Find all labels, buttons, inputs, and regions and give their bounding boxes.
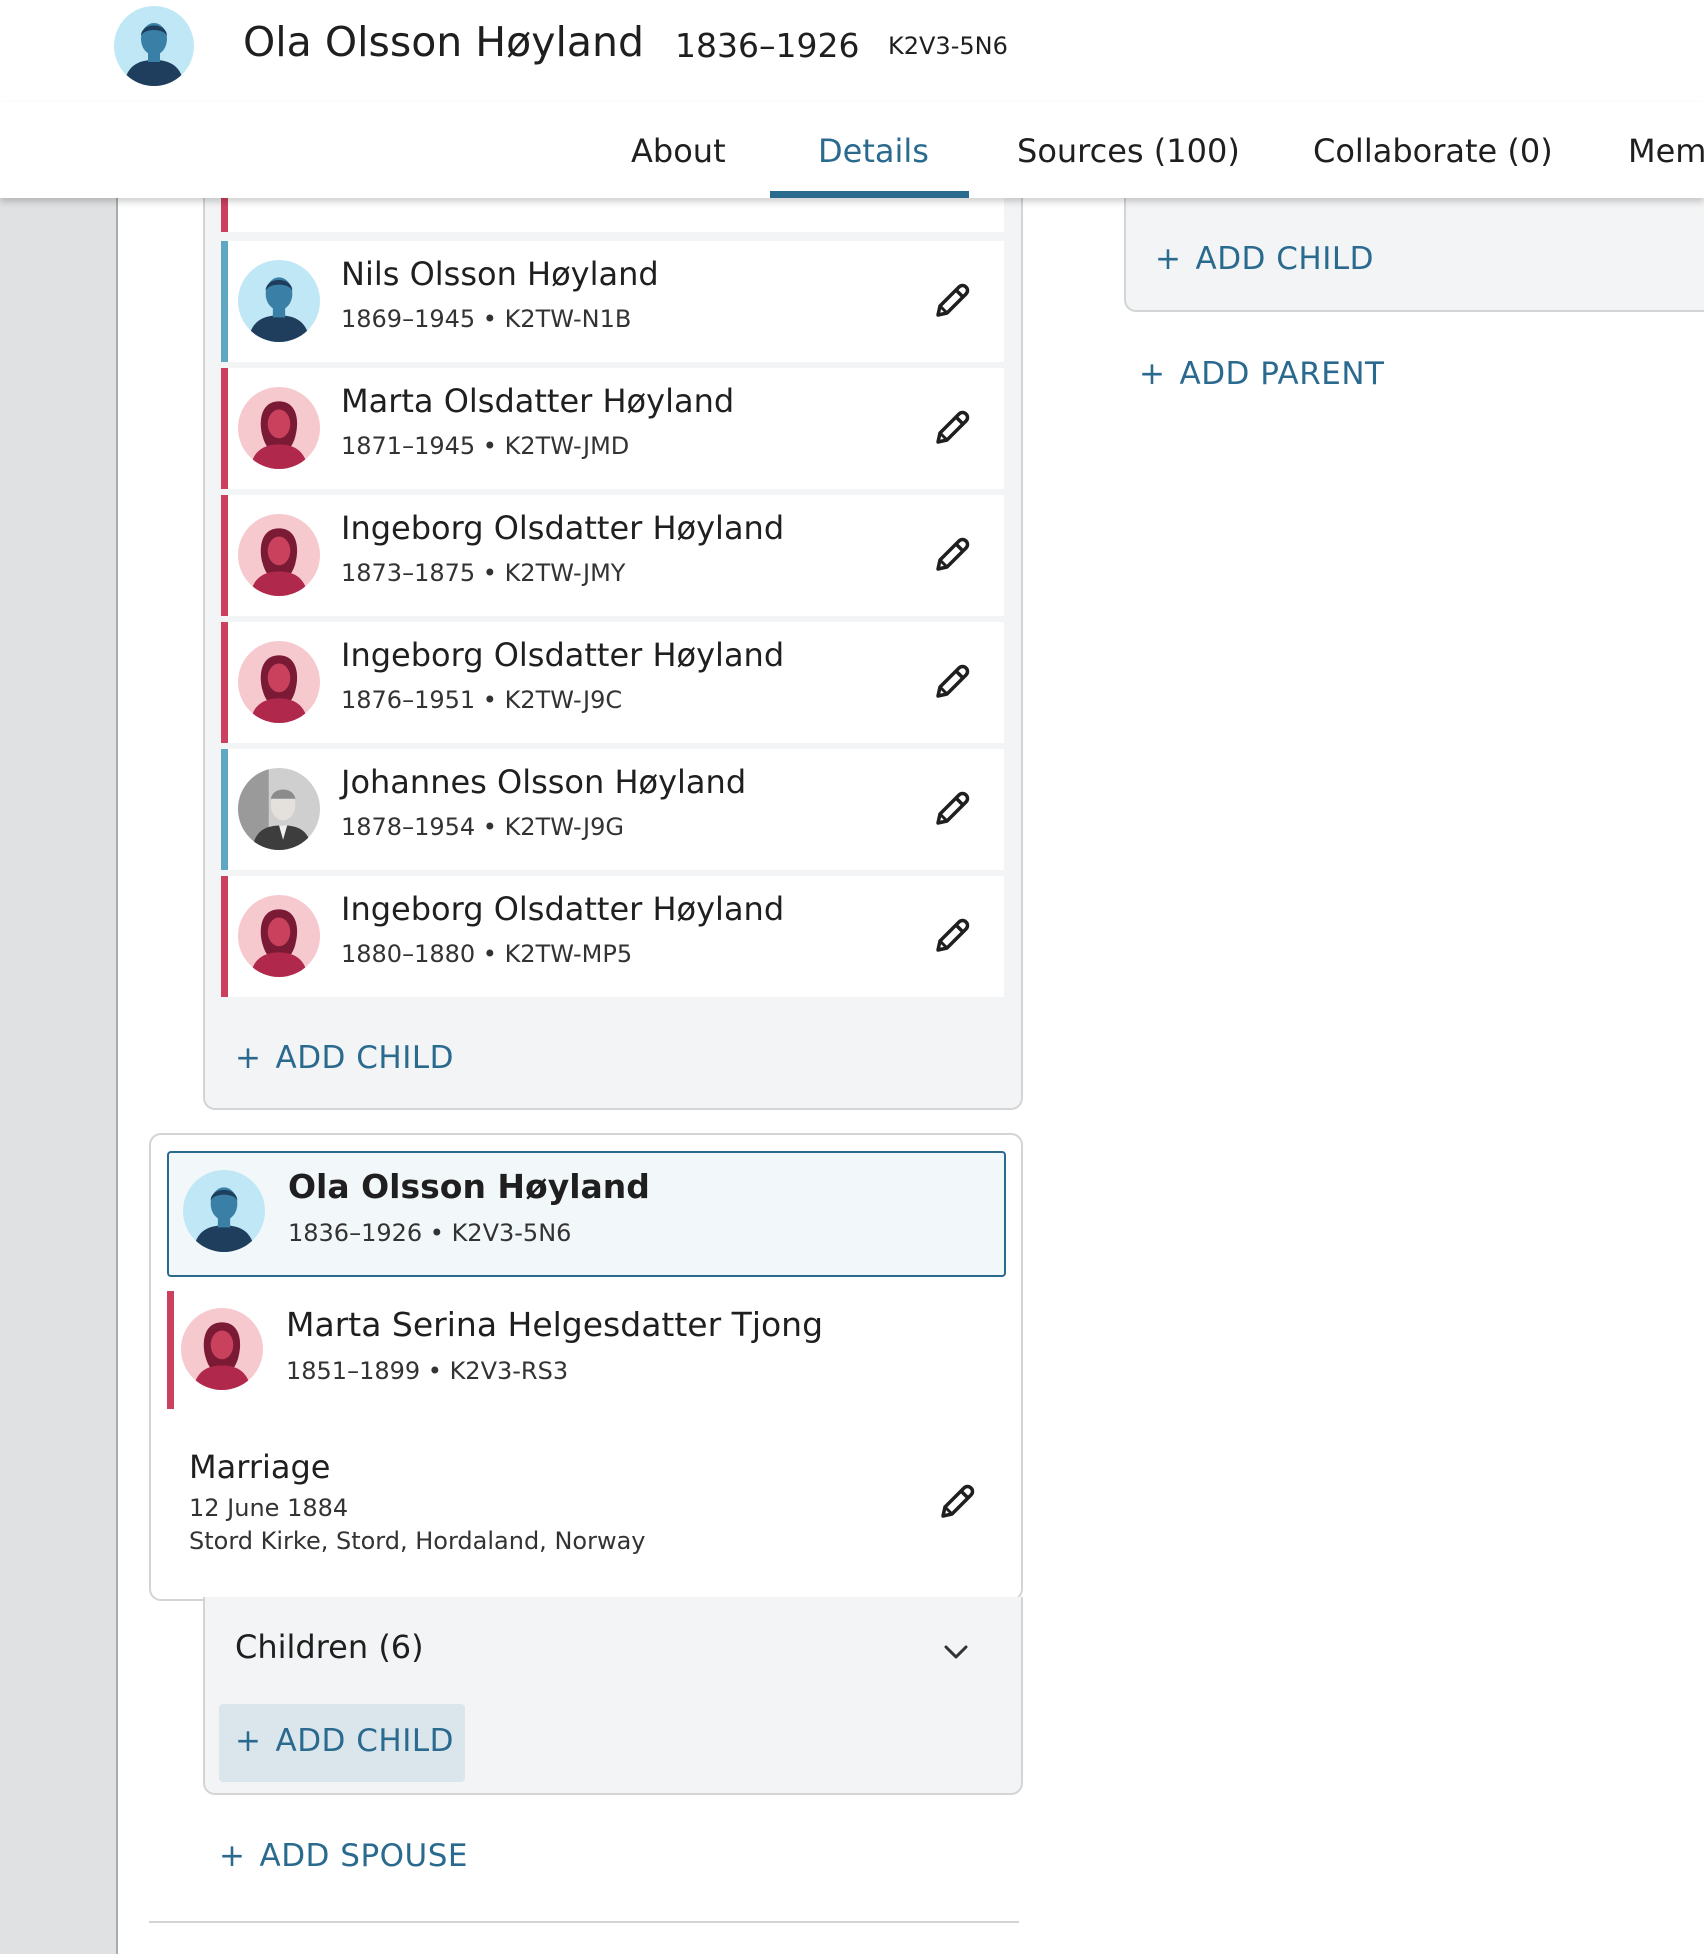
pencil-icon[interactable] [933, 1478, 981, 1526]
focus-person-meta: 1836–1926 • K2V3-5N6 [288, 1219, 572, 1247]
pencil-icon[interactable] [928, 277, 976, 325]
person-lifespan: 1836–1926 [675, 26, 860, 65]
tab-details[interactable]: Details [818, 132, 929, 170]
plus-icon: + [219, 1838, 246, 1874]
person-header: Ola Olsson Høyland 1836–1926 K2V3-5N6 [0, 0, 1704, 104]
child-meta: 1880–1880 • K2TW-MP5 [341, 940, 633, 968]
child-name[interactable]: Nils Olsson Høyland [341, 255, 659, 293]
child-name[interactable]: Ingeborg Olsdatter Høyland [341, 509, 784, 547]
plus-icon: + [235, 1040, 262, 1076]
tab-bar: About Details Sources (100) Collaborate … [0, 102, 1704, 198]
person-name: Ola Olsson Høyland [243, 18, 645, 66]
gender-bar [221, 749, 228, 870]
child-name[interactable]: Johannes Olsson Høyland [341, 763, 746, 801]
gender-bar [221, 241, 228, 362]
add-parent-label: ADD PARENT [1179, 356, 1385, 392]
child-name[interactable]: Marta Olsdatter Høyland [341, 382, 734, 420]
pencil-icon[interactable] [928, 404, 976, 452]
chevron-down-icon[interactable] [940, 1636, 972, 1668]
focus-person-name[interactable]: Ola Olsson Høyland [288, 1167, 650, 1206]
marriage-place: Stord Kirke, Stord, Hordaland, Norway [189, 1527, 646, 1555]
tab-collaborate[interactable]: Collaborate (0) [1313, 132, 1553, 170]
divider [149, 1921, 1019, 1923]
child-card[interactable]: Ingeborg Olsdatter Høyland 1880–1880 • K… [221, 876, 1004, 997]
pencil-icon[interactable] [928, 531, 976, 579]
add-parent-button[interactable]: + ADD PARENT [1139, 356, 1384, 392]
add-spouse-button[interactable]: + ADD SPOUSE [219, 1838, 468, 1874]
child-card[interactable]: Nils Olsson Høyland 1869–1945 • K2TW-N1B [221, 241, 1004, 362]
female-avatar-icon [181, 1308, 263, 1390]
child-card[interactable]: Marta Olsdatter Høyland 1871–1945 • K2TW… [221, 368, 1004, 489]
pencil-icon[interactable] [928, 785, 976, 833]
portrait-photo-icon [238, 768, 320, 850]
add-child-label: ADD CHILD [275, 1040, 455, 1076]
child-card[interactable]: Ingeborg Olsdatter Høyland 1876–1951 • K… [221, 622, 1004, 743]
female-avatar-icon [238, 641, 320, 723]
gender-bar [221, 622, 228, 743]
child-card[interactable]: Johannes Olsson Høyland 1878–1954 • K2TW… [221, 749, 1004, 870]
child-name[interactable]: Ingeborg Olsdatter Høyland [341, 890, 784, 928]
child-meta: 1871–1945 • K2TW-JMD [341, 432, 630, 460]
plus-icon: + [1139, 356, 1166, 392]
left-gutter [0, 0, 118, 1954]
child-meta: 1869–1945 • K2TW-N1B [341, 305, 632, 333]
add-child-button-right[interactable]: + ADD CHILD [1155, 241, 1374, 277]
plus-icon: + [1155, 241, 1182, 277]
female-avatar-icon [238, 514, 320, 596]
spouse-card[interactable]: Marta Serina Helgesdatter Tjong 1851–189… [167, 1291, 1002, 1409]
active-tab-indicator [770, 191, 969, 198]
add-child-label: ADD CHILD [1195, 241, 1375, 277]
tab-memories[interactable]: Mem [1628, 132, 1704, 170]
marriage-date: 12 June 1884 [189, 1494, 349, 1522]
pencil-icon[interactable] [928, 658, 976, 706]
marriage-title: Marriage [189, 1448, 331, 1486]
pencil-icon[interactable] [928, 912, 976, 960]
tab-sources[interactable]: Sources (100) [1017, 132, 1240, 170]
child-card[interactable]: Ingeborg Olsdatter Høyland 1873–1875 • K… [221, 495, 1004, 616]
focus-person-card[interactable]: Ola Olsson Høyland 1836–1926 • K2V3-5N6 [167, 1151, 1006, 1277]
child-meta: 1873–1875 • K2TW-JMY [341, 559, 626, 587]
female-avatar-icon [238, 895, 320, 977]
female-avatar-icon [238, 387, 320, 469]
add-spouse-label: ADD SPOUSE [259, 1838, 469, 1874]
spouse-name[interactable]: Marta Serina Helgesdatter Tjong [286, 1305, 823, 1344]
gender-bar [167, 1291, 174, 1409]
person-avatar-icon[interactable] [114, 6, 194, 86]
child-meta: 1878–1954 • K2TW-J9G [341, 813, 624, 841]
gender-bar [221, 495, 228, 616]
add-child-button[interactable]: + ADD CHILD [235, 1040, 454, 1076]
add-child-label: ADD CHILD [275, 1723, 455, 1759]
children-toggle[interactable]: Children (6) [235, 1628, 424, 1666]
tab-about[interactable]: About [631, 132, 726, 170]
spouse-meta: 1851–1899 • K2V3-RS3 [286, 1357, 569, 1385]
child-meta: 1876–1951 • K2TW-J9C [341, 686, 623, 714]
male-avatar-icon [238, 260, 320, 342]
gender-bar [221, 368, 228, 489]
male-avatar-icon [183, 1170, 265, 1252]
child-name[interactable]: Ingeborg Olsdatter Høyland [341, 636, 784, 674]
gender-bar [221, 876, 228, 997]
add-child-link[interactable]: + ADD CHILD [235, 1723, 454, 1759]
person-id: K2V3-5N6 [888, 32, 1008, 60]
plus-icon: + [235, 1723, 262, 1759]
